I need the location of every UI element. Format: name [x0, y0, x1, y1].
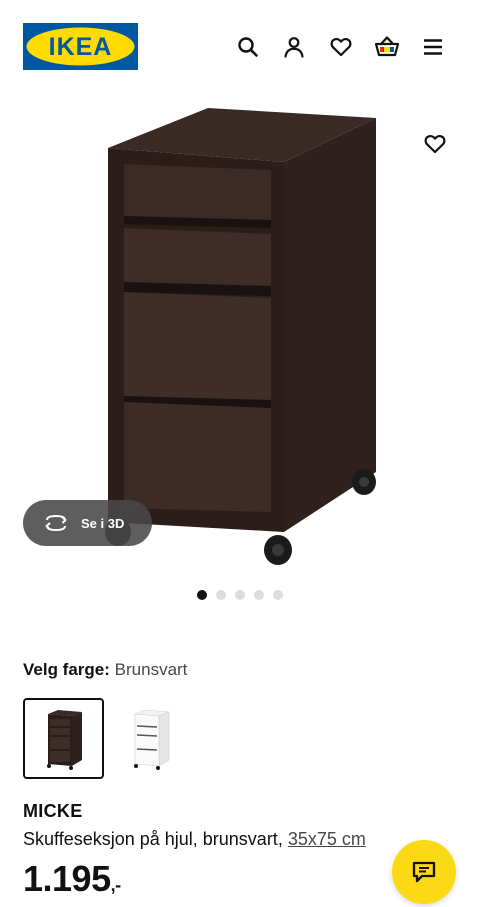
- brunsvart-drawer-thumbnail: [46, 709, 82, 770]
- view-in-3d-button[interactable]: Se i 3D: [23, 500, 152, 546]
- carousel-dot-3[interactable]: [235, 590, 245, 600]
- white-drawer-thumbnail: [133, 709, 169, 770]
- product-image-carousel[interactable]: Se i 3D: [0, 92, 480, 572]
- price-value: 1.195: [23, 858, 111, 899]
- menu-icon[interactable]: [419, 33, 447, 61]
- color-option-brunsvart[interactable]: [23, 698, 104, 779]
- heart-icon[interactable]: [327, 33, 355, 61]
- carousel-indicator: [0, 590, 480, 600]
- chat-button[interactable]: [392, 840, 456, 904]
- selected-color-value: Brunsvart: [114, 660, 188, 679]
- search-icon[interactable]: [234, 33, 262, 61]
- cart-icon[interactable]: [373, 33, 401, 61]
- view-in-3d-label: Se i 3D: [81, 515, 125, 531]
- product-price: 1.195,-: [23, 858, 121, 900]
- user-icon[interactable]: [280, 33, 308, 61]
- product-description: Skuffeseksjon på hjul, brunsvart, 35x75 …: [23, 829, 366, 850]
- product-description-text: Skuffeseksjon på hjul, brunsvart,: [23, 829, 288, 849]
- carousel-dot-4[interactable]: [254, 590, 264, 600]
- carousel-dot-1[interactable]: [197, 590, 207, 600]
- carousel-dot-5[interactable]: [273, 590, 283, 600]
- chat-icon: [412, 861, 436, 883]
- rotate-3d-icon: [45, 514, 67, 532]
- product-dimensions-link[interactable]: 35x75 cm: [288, 829, 366, 849]
- color-option-hvit[interactable]: [110, 698, 191, 779]
- color-selection-label: Velg farge: Brunsvart: [23, 660, 187, 680]
- header: IKEA: [0, 0, 480, 92]
- color-label-title: Velg farge:: [23, 660, 110, 679]
- ikea-logo[interactable]: IKEA: [23, 23, 138, 70]
- product-name: MICKE: [23, 801, 83, 821]
- price-suffix: ,-: [110, 875, 122, 895]
- carousel-dot-2[interactable]: [216, 590, 226, 600]
- heart-icon: [424, 135, 446, 154]
- svg-text:IKEA: IKEA: [49, 33, 113, 61]
- add-to-favourites-button[interactable]: [415, 124, 455, 164]
